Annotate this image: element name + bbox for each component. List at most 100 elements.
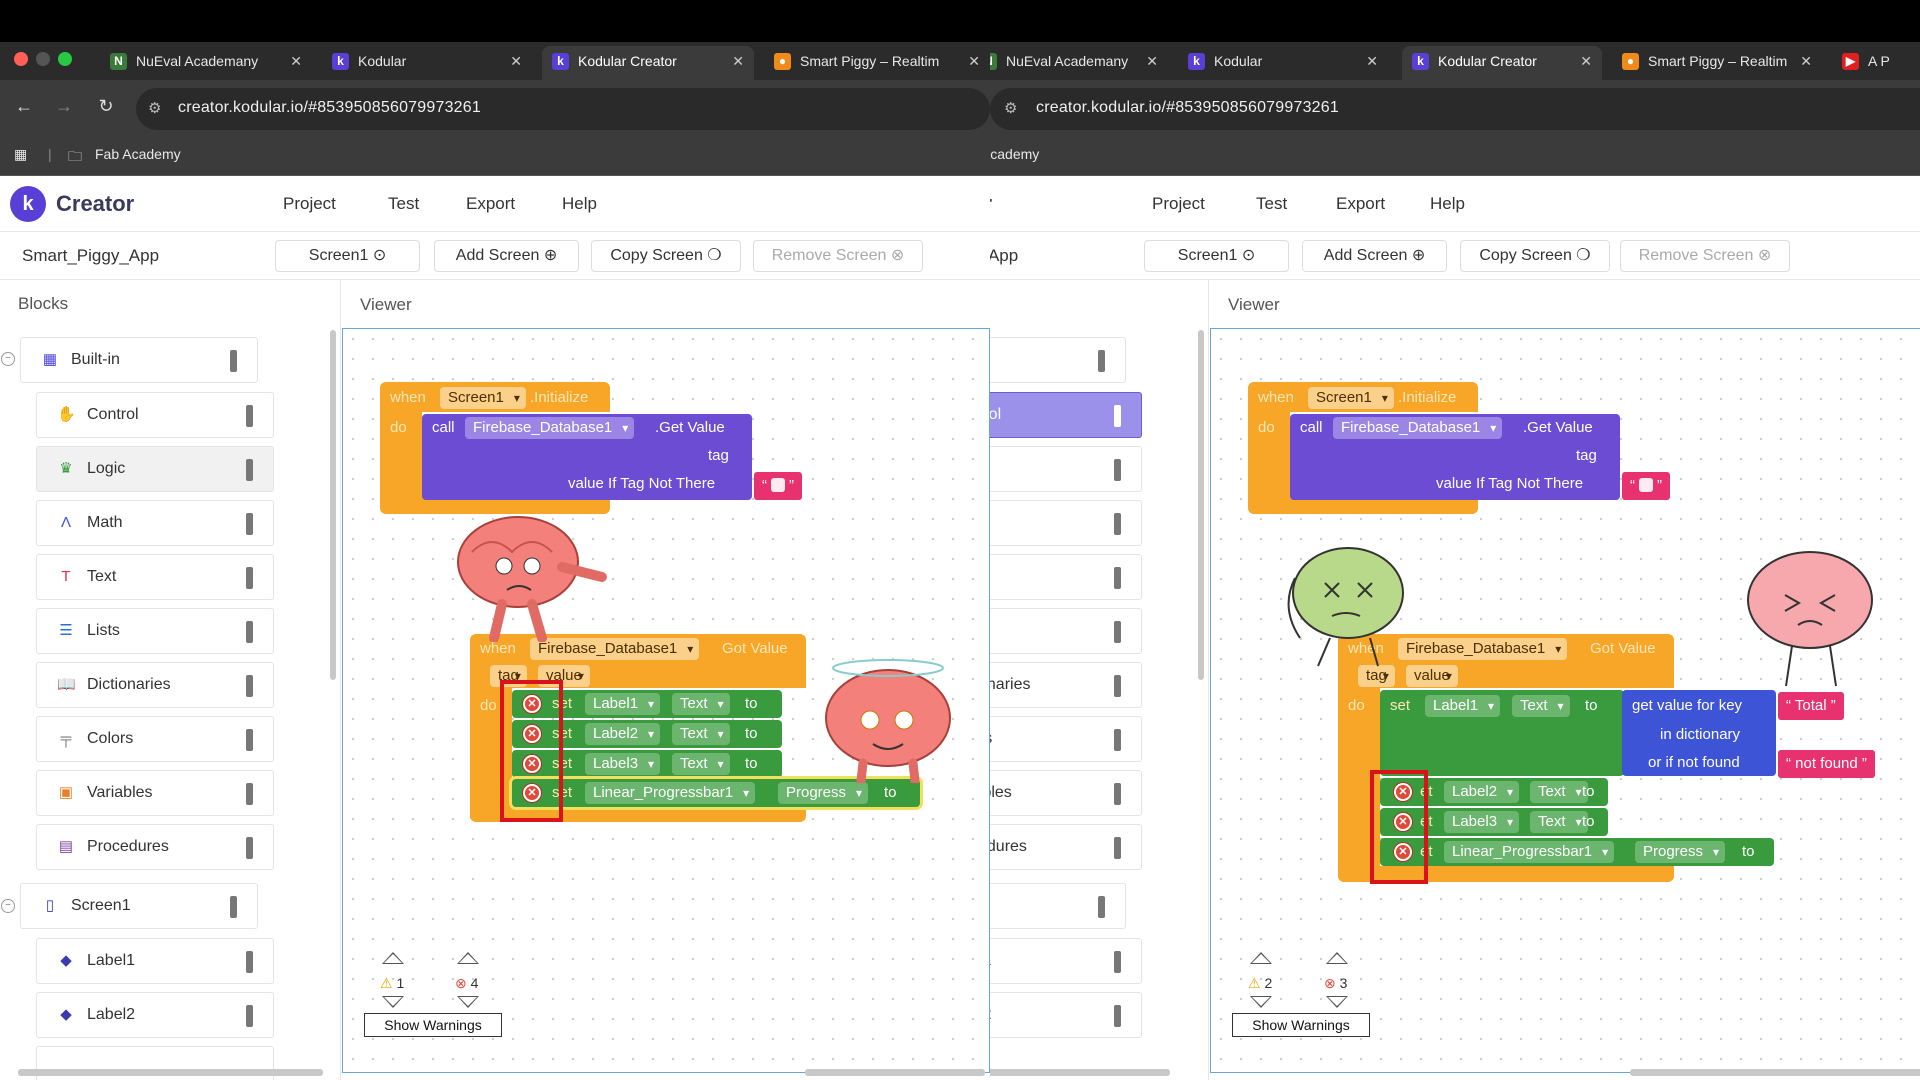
block-colors[interactable]: ╤ Colors xyxy=(36,716,274,762)
drag-handle[interactable] xyxy=(1114,675,1121,697)
reload-icon[interactable]: ↻ xyxy=(94,96,118,117)
tag-parameter[interactable]: tag xyxy=(1358,665,1395,687)
block-control[interactable]: ntrol xyxy=(990,392,1142,438)
block-builtin[interactable]: n xyxy=(990,337,1126,383)
blocks-horizontal-scrollbar[interactable] xyxy=(990,1069,1170,1076)
url-text[interactable]: creator.kodular.io/#853950856079973261 xyxy=(1036,99,1339,117)
remove-screen-button[interactable]: Remove Screen ⊗ xyxy=(1620,240,1790,272)
bookmark-fab-academy[interactable]: b Academy xyxy=(990,146,1039,162)
error-prev-icon[interactable] xyxy=(457,952,479,964)
close-tab-icon[interactable]: ✕ xyxy=(968,46,980,76)
progressbar-dropdown[interactable]: Linear_Progressbar1 xyxy=(585,782,756,804)
drag-handle[interactable] xyxy=(246,621,253,643)
tab-kodular-creator[interactable]: k Kodular Creator ✕ xyxy=(542,46,754,80)
error-next-icon[interactable] xyxy=(1326,996,1348,1008)
close-tab-icon[interactable]: ✕ xyxy=(290,46,302,76)
firebase-dropdown[interactable]: Firebase_Database1 xyxy=(1333,417,1503,439)
block-dictionaries[interactable]: tionaries xyxy=(990,662,1142,708)
not-found-string-block[interactable]: “ not found ” xyxy=(1778,750,1875,778)
drag-handle[interactable] xyxy=(1114,459,1121,481)
block-logic[interactable]: gic xyxy=(990,446,1142,492)
copy-screen-button[interactable]: Copy Screen ❍ xyxy=(1460,240,1610,272)
close-tab-icon[interactable]: ✕ xyxy=(1146,46,1158,76)
menu-project[interactable]: Project xyxy=(283,194,336,214)
collapse-builtin-icon[interactable]: − xyxy=(1,352,15,366)
block-procedures[interactable]: cedures xyxy=(990,824,1142,870)
label3-dropdown[interactable]: Label3 xyxy=(1444,811,1520,833)
bookmark-folder-icon[interactable]: 🗀 xyxy=(68,146,82,170)
menu-export[interactable]: Export xyxy=(466,194,515,214)
drag-handle[interactable] xyxy=(1098,896,1105,918)
block-screen1[interactable]: ▯ Screen1 xyxy=(20,883,258,929)
site-settings-icon[interactable]: ⚙ xyxy=(1004,99,1017,117)
add-screen-button[interactable]: Add Screen ⊕ xyxy=(1302,240,1447,272)
block-variables[interactable]: ▣ Variables xyxy=(36,770,274,816)
menu-help[interactable]: Help xyxy=(1430,194,1465,214)
block-variables[interactable]: iables xyxy=(990,770,1142,816)
screen1-dropdown[interactable]: Screen1 xyxy=(1308,387,1394,409)
back-icon[interactable]: ← xyxy=(12,96,36,117)
block-screen1[interactable]: n1 xyxy=(990,883,1126,929)
empty-string-block[interactable]: “” xyxy=(754,472,802,500)
window-controls[interactable] xyxy=(14,52,80,71)
drag-handle[interactable] xyxy=(230,350,237,372)
text-property-dropdown[interactable]: Text xyxy=(672,753,730,775)
progressbar-dropdown[interactable]: Linear_Progressbar1 xyxy=(1444,841,1615,863)
drag-handle[interactable] xyxy=(246,567,253,589)
block-text[interactable]: T Text xyxy=(36,554,274,600)
warning-next-icon[interactable] xyxy=(1250,996,1272,1008)
block-lists[interactable]: s xyxy=(990,608,1142,654)
close-tab-icon[interactable]: ✕ xyxy=(732,46,744,76)
close-tab-icon[interactable]: ✕ xyxy=(1580,46,1592,76)
minimize-window-button[interactable] xyxy=(36,52,50,66)
drag-handle[interactable] xyxy=(246,783,253,805)
close-tab-icon[interactable]: ✕ xyxy=(1366,46,1378,76)
block-colors[interactable]: ors xyxy=(990,716,1142,762)
block-logic[interactable]: ♛ Logic xyxy=(36,446,274,492)
value-parameter[interactable]: value xyxy=(1406,665,1458,687)
progress-property-dropdown[interactable]: Progress xyxy=(778,782,869,804)
block-label2[interactable]: ◆ Label2 xyxy=(36,992,274,1038)
drag-handle[interactable] xyxy=(246,729,253,751)
site-settings-icon[interactable]: ⚙ xyxy=(148,99,161,117)
not-found-text[interactable]: not found xyxy=(1795,755,1858,772)
warning-next-icon[interactable] xyxy=(382,996,404,1008)
tab-youtube[interactable]: ▶ A P xyxy=(1832,46,1920,80)
label1-dropdown[interactable]: Label1 xyxy=(585,693,661,715)
menu-test[interactable]: Test xyxy=(1256,194,1287,214)
text-property-dropdown[interactable]: Text xyxy=(672,693,730,715)
menu-export[interactable]: Export xyxy=(1336,194,1385,214)
text-property-dropdown[interactable]: Text xyxy=(1530,811,1588,833)
screen1-dropdown[interactable]: Screen1 xyxy=(440,387,526,409)
blocks-horizontal-scrollbar[interactable] xyxy=(18,1069,323,1076)
workspace-horizontal-scrollbar[interactable] xyxy=(805,1069,985,1076)
drag-handle[interactable] xyxy=(1114,405,1121,427)
url-text[interactable]: creator.kodular.io/#853950856079973261 xyxy=(178,99,481,117)
tab-kodular-creator[interactable]: k Kodular Creator ✕ xyxy=(1402,46,1602,80)
empty-text-field[interactable] xyxy=(1639,478,1653,492)
tab-smart-piggy[interactable]: ● Smart Piggy – Realtim ✕ xyxy=(764,46,990,80)
empty-string-block[interactable]: “” xyxy=(1622,472,1670,500)
text-property-dropdown[interactable]: Text xyxy=(672,723,730,745)
block-math[interactable]: Λ Math xyxy=(36,500,274,546)
tab-kodular[interactable]: k Kodular ✕ xyxy=(1178,46,1388,80)
tab-smart-piggy[interactable]: ● Smart Piggy – Realtim ✕ xyxy=(1612,46,1822,80)
text-property-dropdown[interactable]: Text xyxy=(1512,695,1570,717)
tab-nueval[interactable]: N NuEval Academany ✕ xyxy=(990,46,1168,80)
drag-handle[interactable] xyxy=(1114,1005,1121,1027)
copy-screen-button[interactable]: Copy Screen ❍ xyxy=(591,240,741,272)
menu-test[interactable]: Test xyxy=(388,194,419,214)
block-label2[interactable]: el2 xyxy=(990,992,1142,1038)
close-window-button[interactable] xyxy=(14,52,28,66)
drag-handle[interactable] xyxy=(1114,951,1121,973)
apps-grid-icon[interactable]: ▦ xyxy=(14,146,27,163)
drag-handle[interactable] xyxy=(1098,350,1105,372)
drag-handle[interactable] xyxy=(1114,837,1121,859)
drag-handle[interactable] xyxy=(230,896,237,918)
show-warnings-button[interactable]: Show Warnings xyxy=(364,1013,502,1037)
warning-prev-icon[interactable] xyxy=(382,952,404,964)
close-tab-icon[interactable]: ✕ xyxy=(510,46,522,76)
drag-handle[interactable] xyxy=(246,405,253,427)
warning-prev-icon[interactable] xyxy=(1250,952,1272,964)
drag-handle[interactable] xyxy=(1114,783,1121,805)
